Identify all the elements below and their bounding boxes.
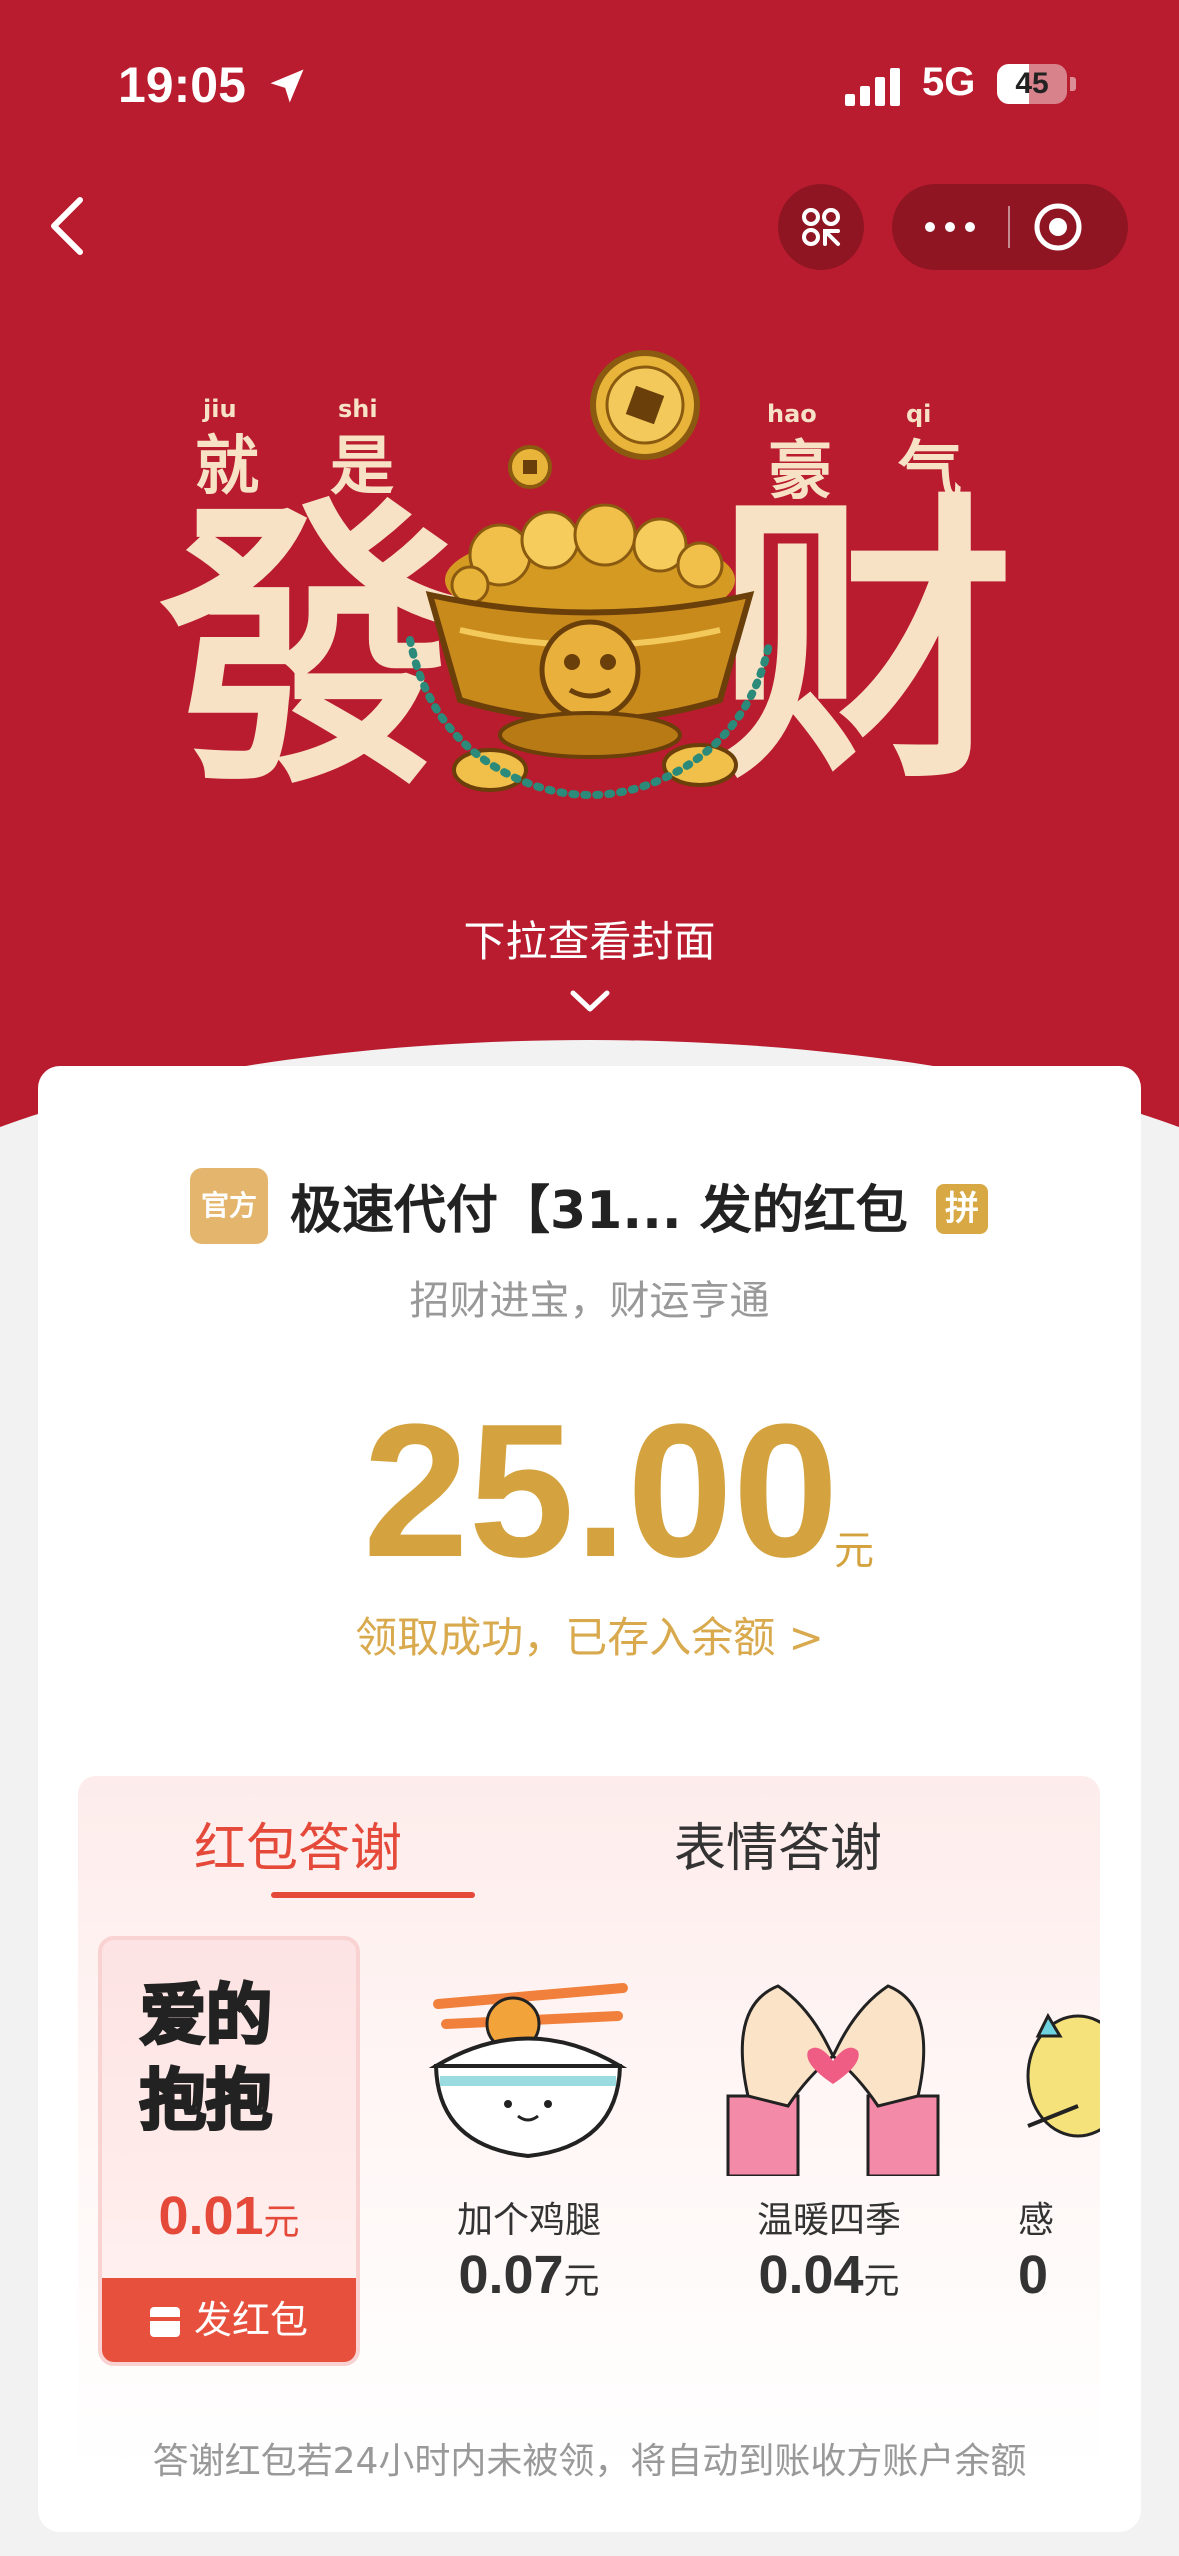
status-time: 19:05: [118, 57, 246, 113]
tab-sticker-thanks[interactable]: 表情答谢: [558, 1806, 998, 1881]
envelope-icon: [149, 2307, 180, 2337]
heart-hands-image: [726, 1984, 940, 2176]
red-envelope-cover[interactable]: 19:05 5G 45 jiu 就 shi 是 hao 豪 qi 气 發 财 下…: [0, 0, 1179, 1160]
scan-icon: [802, 208, 840, 246]
gift-list[interactable]: 爱的 抱抱 0.01元 发红包 加个鸡腿 0.07元 温暖四季 0.04元 感 …: [78, 1926, 1100, 2426]
gift-item-partial[interactable]: 感 0: [998, 1926, 1100, 2366]
battery-icon: 45: [997, 64, 1067, 104]
more-icon[interactable]: [918, 212, 982, 242]
gift-price: 0.07元: [458, 2245, 600, 2305]
gift-item-warm-seasons[interactable]: 温暖四季 0.04元: [698, 1926, 960, 2366]
network-type: 5G: [922, 60, 976, 104]
battery-level: 45: [1015, 67, 1049, 100]
gift-price: 0.01元: [158, 2186, 300, 2246]
gift-name: 温暖四季: [756, 2200, 901, 2241]
active-tab-indicator: [271, 1892, 475, 1898]
pin-badge: 拼: [936, 1184, 988, 1234]
rice-bowl-drumstick-image: [428, 1983, 628, 2159]
gift-name: 感: [1018, 2200, 1055, 2241]
gift-price: 0.04元: [758, 2245, 900, 2305]
received-amount: 25.00: [363, 1385, 839, 1597]
back-button[interactable]: [38, 186, 98, 266]
mini-program-capsule: [892, 184, 1128, 270]
balance-link[interactable]: 领取成功，已存入余额 >: [38, 1604, 1141, 1665]
thanks-section: 红包答谢 表情答谢 爱的 抱抱 0.01元 发红包 加个鸡腿 0.07元 温暖四…: [78, 1776, 1100, 2476]
hug-sticker-image: 爱的 抱抱: [139, 1976, 274, 2141]
sender-name: 极速代付【31... 发的红包: [290, 1181, 908, 1241]
gift-item-hug[interactable]: 爱的 抱抱 0.01元 发红包: [98, 1936, 360, 2366]
sender-row: 官方 极速代付【31... 发的红包 拼: [38, 1166, 1141, 1246]
amount-unit: 元: [834, 1528, 874, 1574]
gift-price: 0: [1018, 2245, 1049, 2305]
treasure-bowl-illustration: [406, 350, 774, 799]
chevron-down-icon: [570, 990, 610, 1012]
location-arrow-icon: [270, 69, 304, 103]
red-envelope-detail-card: 官方 极速代付【31... 发的红包 拼 招财进宝，财运亨通 25.00 元 领…: [38, 1066, 1141, 2532]
scan-button[interactable]: [778, 184, 864, 270]
close-miniprogram-icon[interactable]: [1032, 201, 1084, 253]
svg-text:抱抱: 抱抱: [140, 2062, 272, 2139]
official-badge: 官方: [190, 1168, 268, 1244]
tab-red-envelope-thanks[interactable]: 红包答谢: [78, 1806, 518, 1881]
signal-icon: [845, 68, 900, 106]
gift-item-drumstick[interactable]: 加个鸡腿 0.07元: [398, 1926, 660, 2366]
blessing-text: 招财进宝，财运亨通: [409, 1278, 770, 1324]
partial-sticker-image: [1026, 2012, 1100, 2138]
thanks-footnote: 答谢红包若24小时内未被领，将自动到账收方账户余额: [152, 2441, 1027, 2482]
pull-down-hint: 下拉查看封面: [463, 917, 716, 966]
send-red-envelope-button[interactable]: 发红包: [102, 2278, 356, 2362]
svg-text:爱的: 爱的: [140, 1977, 272, 2054]
gift-name: 加个鸡腿: [456, 2200, 601, 2241]
